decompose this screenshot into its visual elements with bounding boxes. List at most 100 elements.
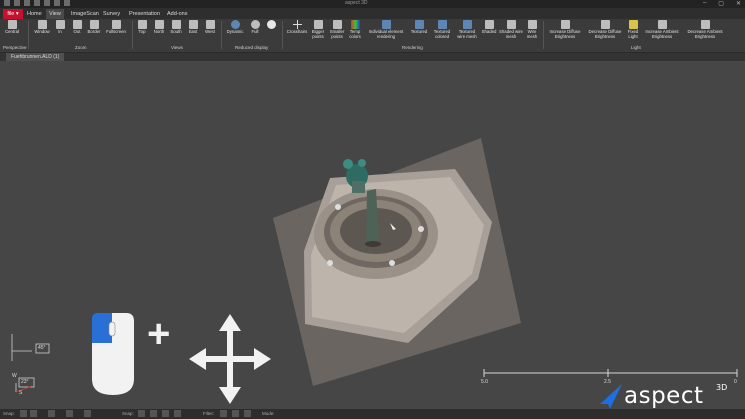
status-label: Mode: [262, 411, 275, 416]
full-button[interactable]: Full [249, 20, 261, 35]
bigger-points-button[interactable]: Bigger points [310, 20, 326, 39]
status-toggle[interactable] [162, 410, 169, 417]
textured-wire-mesh-button[interactable]: Textured wire mesh [455, 20, 479, 39]
decrease-diffuse-button[interactable]: Decrease Diffuse Brightness [586, 20, 624, 39]
group-perspective: Perspective [3, 45, 27, 50]
status-toggle[interactable] [84, 410, 91, 417]
ribbon-tab-bar: file ▾ Home View ImageScan Survey Presen… [0, 8, 745, 19]
decrease-ambient-button[interactable]: Decrease Ambient Brightness [684, 20, 726, 39]
zoom-in-button[interactable]: In [55, 20, 65, 35]
status-toggle[interactable] [66, 410, 73, 417]
zoom-out-button[interactable]: Out [72, 20, 82, 35]
status-label: Filter: [203, 411, 215, 416]
status-label: Snap: [122, 411, 134, 416]
central-button[interactable]: Central [4, 20, 20, 35]
group-reduced-display: Reduced display [235, 45, 269, 50]
increase-diffuse-button[interactable]: Increase Diffuse Brightness [546, 20, 584, 39]
print-icon[interactable] [64, 0, 70, 6]
minimize-icon[interactable]: – [703, 0, 706, 7]
quick-access-toolbar [4, 0, 70, 7]
view-north-icon [154, 20, 164, 29]
aspect3d-logo: aspect 3D [598, 382, 738, 410]
increase-ambient-button[interactable]: Increase Ambient Brightness [642, 20, 682, 39]
zoom-out-icon [72, 20, 82, 29]
crosshairs-button[interactable]: Crosshairs [286, 20, 308, 35]
viewport-canvas [11, 138, 738, 404]
smaller-points-button[interactable]: Smaller points [328, 20, 346, 39]
wire-mesh-icon [527, 20, 537, 29]
crosshairs-icon [292, 20, 302, 29]
textured-colored-button[interactable]: Textured colored [431, 20, 453, 39]
textured-button[interactable]: Textured [409, 20, 429, 35]
status-toggle[interactable] [244, 410, 251, 417]
fullscreen-icon [111, 20, 121, 29]
shaded-wire-mesh-button[interactable]: Shaded wire mesh [499, 20, 523, 39]
view-east-button[interactable]: East [187, 20, 199, 35]
logo-wordmark: aspect [624, 383, 704, 409]
divider [282, 21, 283, 49]
app-icon[interactable] [4, 0, 10, 6]
shaded-button[interactable]: Shaded [481, 20, 497, 35]
document-tab[interactable]: Fuehbrunnen.ALD (1) [6, 53, 65, 61]
status-toggle[interactable] [150, 410, 157, 417]
tab-imagescan[interactable]: ImageScan [68, 9, 102, 19]
maximize-icon[interactable]: ▢ [718, 0, 724, 7]
redo-icon[interactable] [54, 0, 60, 6]
close-icon[interactable]: ✕ [736, 0, 741, 7]
temp-colors-icon [350, 20, 360, 29]
fixed-light-button[interactable]: Fixed Light [626, 20, 640, 39]
status-toggle[interactable] [220, 410, 227, 417]
dynamic-icon [230, 20, 240, 29]
fullscreen-button[interactable]: Fullscreen [104, 20, 128, 35]
zoom-window-button[interactable]: Window [33, 20, 51, 35]
zoom-border-icon [89, 20, 99, 29]
individual-rendering-icon [381, 20, 391, 29]
view-west-button[interactable]: West [204, 20, 216, 35]
south-label: S [19, 390, 23, 396]
title-bar: aspect 3D – ▢ ✕ [0, 0, 745, 8]
zoom-border-button[interactable]: Border [86, 20, 102, 35]
new-icon[interactable] [14, 0, 20, 6]
wire-mesh-button[interactable]: Wire mesh [525, 20, 539, 39]
3d-viewport[interactable]: + 45° 23° W S [0, 61, 745, 409]
undo-icon[interactable] [44, 0, 50, 6]
tab-add-ons[interactable]: Add-ons [164, 9, 191, 19]
tab-file[interactable]: file ▾ [3, 9, 23, 19]
view-top-icon [137, 20, 147, 29]
textured-wire-mesh-icon [462, 20, 472, 29]
view-south-button[interactable]: South [169, 20, 183, 35]
temp-colors-button[interactable]: Temp colors [348, 20, 362, 39]
display-toggle-button[interactable] [265, 20, 277, 30]
divider [132, 21, 133, 49]
view-west-icon [205, 20, 215, 29]
status-toggle[interactable] [174, 410, 181, 417]
view-top-button[interactable]: Top [137, 20, 147, 35]
tab-survey[interactable]: Survey [100, 9, 123, 19]
window-title: aspect 3D [345, 0, 368, 6]
status-toggle[interactable] [30, 410, 37, 417]
view-north-button[interactable]: North [152, 20, 166, 35]
status-toggle[interactable] [138, 410, 145, 417]
move-arrows-illustration [189, 314, 271, 404]
save-icon[interactable] [34, 0, 40, 6]
tab-home[interactable]: Home [24, 9, 45, 19]
status-toggle[interactable] [20, 410, 27, 417]
open-icon[interactable] [24, 0, 30, 6]
status-toggle[interactable] [232, 410, 239, 417]
tab-presentation[interactable]: Presentation [126, 9, 163, 19]
divider [221, 21, 222, 49]
angle-readout: 45° [38, 345, 46, 351]
fountain-model[interactable] [273, 138, 521, 386]
document-tab-bar: Fuehbrunnen.ALD (1) [0, 53, 745, 61]
dynamic-button[interactable]: Dynamic [226, 20, 244, 35]
zoom-window-icon [37, 20, 47, 29]
smaller-points-icon [332, 20, 342, 29]
increase-ambient-icon [657, 20, 667, 29]
view-south-icon [171, 20, 181, 29]
group-light: Light [631, 45, 641, 50]
tab-view[interactable]: View [46, 9, 64, 19]
view-east-icon [188, 20, 198, 29]
shaded-icon [484, 20, 494, 29]
individual-rendering-button[interactable]: Individual element rendering [365, 20, 407, 39]
status-toggle[interactable] [48, 410, 55, 417]
